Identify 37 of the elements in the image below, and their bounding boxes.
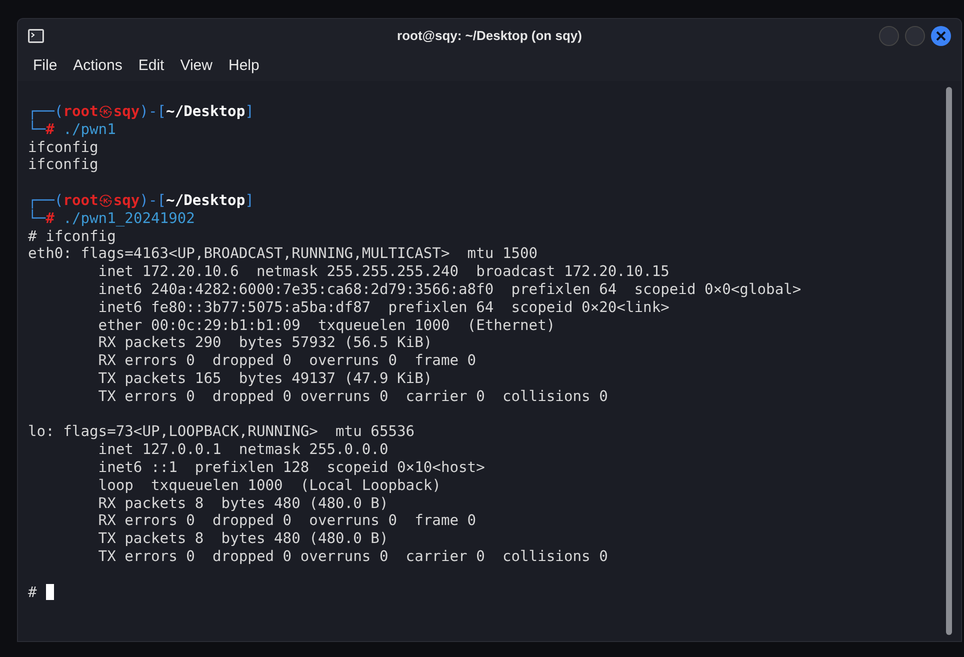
maximize-button[interactable] [905,26,925,46]
window-title: root@sqy: ~/Desktop (on sqy) [397,26,582,45]
output-line: lo: flags=73<UP,LOOPBACK,RUNNING> mtu 65536 [28,423,415,442]
close-button[interactable] [931,26,951,46]
minimize-button[interactable] [879,26,899,46]
terminal-icon [28,28,44,42]
command-line: └─# ./pwn1 [28,120,116,139]
output-line: RX packets 8 bytes 480 (480.0 B) [97,494,388,512]
output-line: # ifconfig [28,228,116,246]
output-line: inet 127.0.0.1 netmask 255.0.0.0 [97,441,388,459]
prompt-sign: # [28,584,37,602]
output-line: inet6 240a:4282:6000:7e35:ca68:2d79:3566:a8f0 prefixlen 64 scopeid 0×0<global> [97,280,802,299]
menu-item[interactable]: View [173,53,220,80]
output-line: inet 172.20.10.6 netmask 255.255.255.240 broadcast 172.20.10.15 [97,263,670,281]
menu-item[interactable]: Edit [131,53,172,80]
cursor-icon [46,584,54,600]
close-icon [936,30,946,40]
prompt-header: ┌──(root㉿sqy)-[~/Desktop] [28,192,254,209]
output-line: ifconfig [28,138,98,156]
prompt-header: ┌──(root㉿sqy)-[~/Desktop] [28,103,254,120]
command-line: └─# ./pwn1_20241902 [28,210,195,228]
output-line: TX errors 0 dropped 0 overruns 0 carrier 0 collisions 0 [97,548,608,566]
output-line: ifconfig [28,156,98,174]
output-line: TX errors 0 dropped 0 overruns 0 carrier 0 collisions 0 [97,388,608,406]
output-line: ether 00:0c:29:b1:b1:09 txqueuelen 1000 (Ethernet) [97,316,556,334]
output-line: RX errors 0 dropped 0 overruns 0 frame 0 [97,352,476,370]
menu-item[interactable]: Help [221,53,266,80]
output-line: eth0: flags=4163<UP,BROADCAST,RUNNING,MULTICAST> mtu 1500 [28,245,538,264]
output-line: RX packets 290 bytes 57932 (56.5 KiB) [97,334,432,352]
menu-item[interactable]: File [26,53,64,80]
output-line: inet6 ::1 prefixlen 128 scopeid 0×10<host> [97,458,485,477]
menu-item[interactable]: Actions [66,53,130,80]
output-line: loop txqueuelen 1000 (Local Loopback) [97,476,441,495]
output-line: TX packets 8 bytes 480 (480.0 B) [97,530,388,548]
output-line: TX packets 165 bytes 49137 (47.9 KiB) [97,370,432,388]
output-line: RX errors 0 dropped 0 overruns 0 frame 0 [97,512,476,530]
output-line: inet6 fe80::3b77:5075:a5ba:df87 prefixlen 64 scopeid 0×20<link> [97,298,670,317]
